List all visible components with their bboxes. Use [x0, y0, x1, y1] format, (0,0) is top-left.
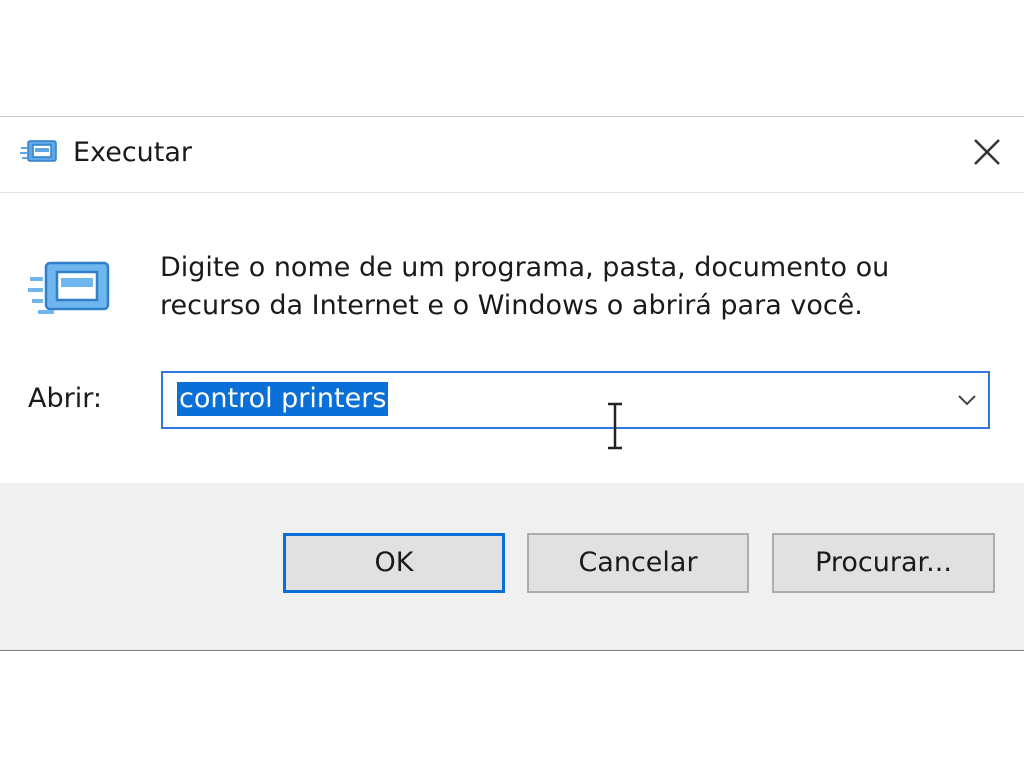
dialog-content: Digite o nome de um programa, pasta, doc… [0, 193, 1024, 483]
button-bar: OK Cancelar Procurar... [0, 483, 1024, 650]
window-title: Executar [73, 137, 193, 168]
open-label: Abrir: [28, 383, 102, 414]
description-line-1: Digite o nome de um programa, pasta, doc… [160, 252, 890, 283]
run-dialog: Executar Digite o nome de um programa, p… [0, 116, 1024, 651]
cancel-button[interactable]: Cancelar [527, 533, 749, 593]
open-combobox[interactable]: control printers [161, 371, 990, 429]
open-input-value[interactable]: control printers [177, 382, 389, 416]
screen: Executar Digite o nome de um programa, p… [0, 0, 1024, 768]
run-icon [28, 261, 110, 314]
title-bar[interactable]: Executar [0, 117, 1024, 193]
ok-button[interactable]: OK [283, 533, 505, 593]
text-cursor-icon [608, 402, 622, 450]
description-line-2: recurso da Internet e o Windows o abrirá… [160, 290, 863, 321]
chevron-down-icon[interactable] [956, 389, 978, 411]
browse-button[interactable]: Procurar... [772, 533, 995, 593]
dialog-description: Digite o nome de um programa, pasta, doc… [160, 249, 940, 325]
run-icon [20, 140, 57, 162]
close-icon[interactable] [970, 135, 1004, 169]
